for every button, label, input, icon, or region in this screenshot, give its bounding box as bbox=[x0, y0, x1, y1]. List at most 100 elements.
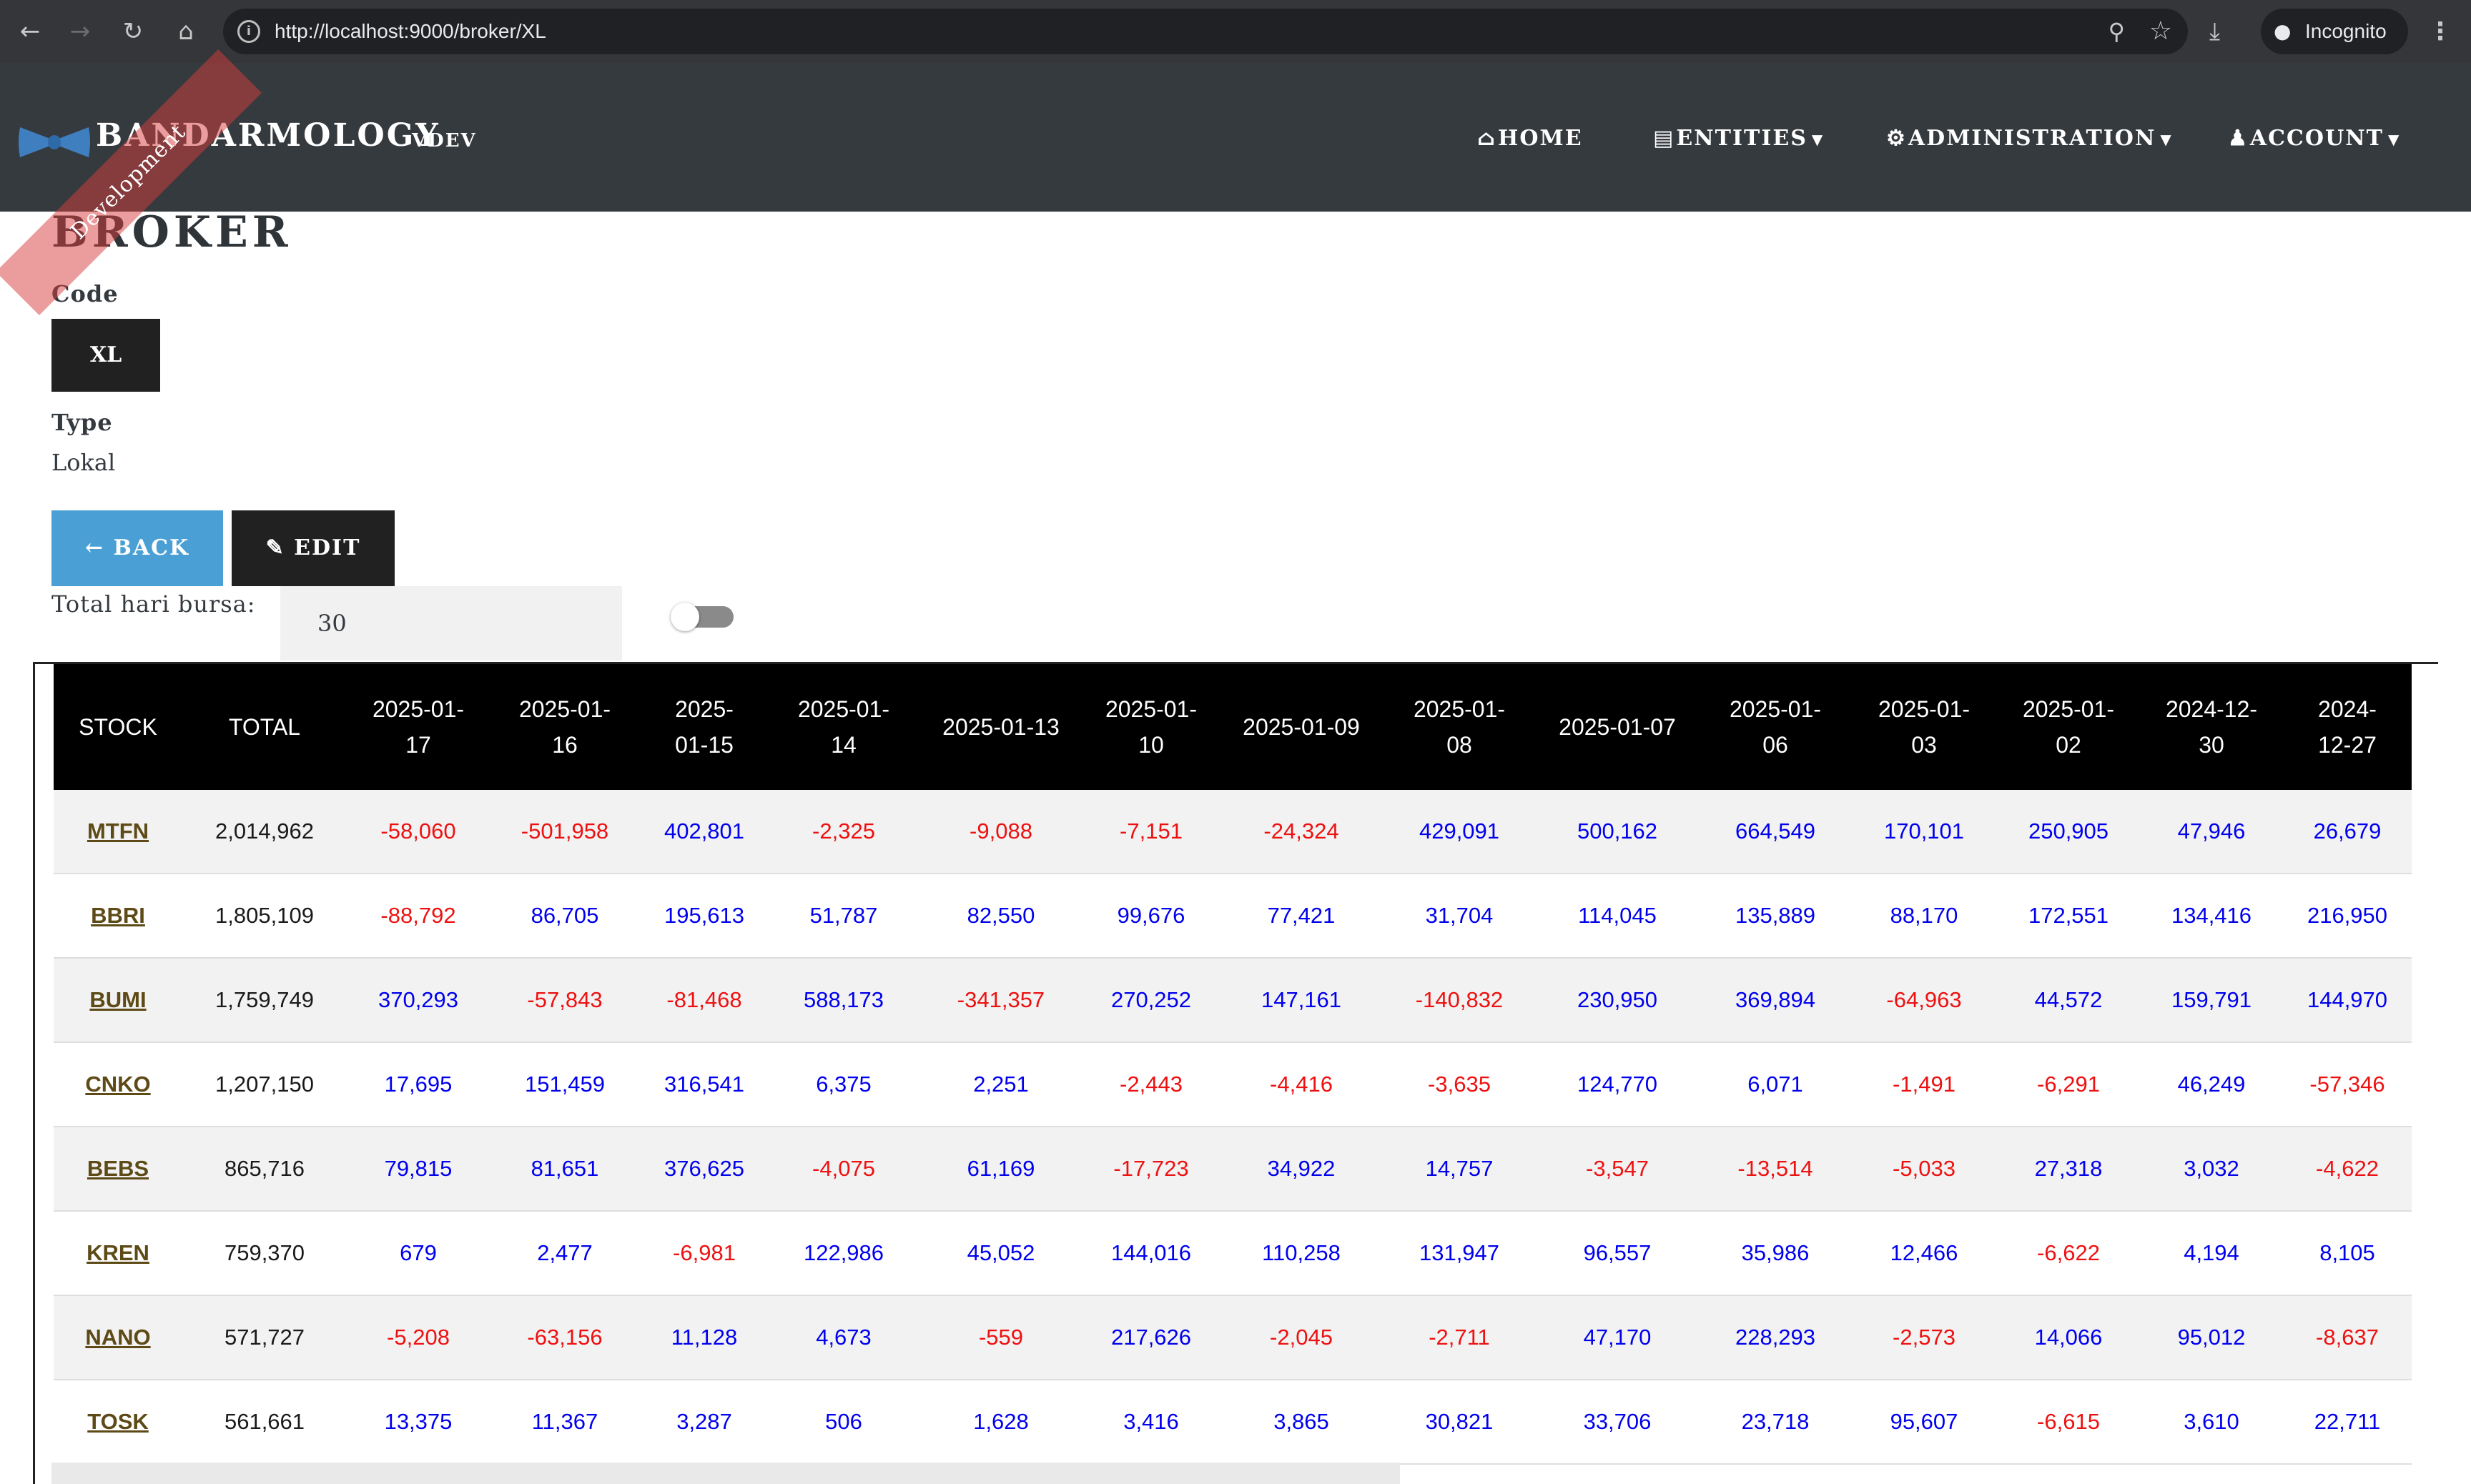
zoom-icon[interactable]: ⚲ bbox=[2109, 19, 2125, 44]
broker-table-container: STOCK TOTAL 2025-01-17 2025-01-16 2025-01-15… bbox=[33, 662, 2438, 1484]
value-cell: -6,291 bbox=[1997, 1042, 2140, 1127]
edit-button[interactable]: ✎ EDIT bbox=[232, 510, 395, 586]
value-cell: 44,572 bbox=[1997, 958, 2140, 1043]
url-text[interactable]: http://localhost:9000/broker/XL bbox=[275, 9, 546, 54]
value-cell: 95,012 bbox=[2140, 1295, 2283, 1380]
stock-link[interactable]: KREN bbox=[54, 1211, 182, 1296]
browser-toolbar: ← → ↻ ⌂ i http://localhost:9000/broker/X… bbox=[0, 0, 2471, 63]
total-hari-input[interactable] bbox=[280, 586, 622, 661]
value-cell: -64,963 bbox=[1851, 958, 1997, 1043]
column-header: 2025-01-16 bbox=[490, 664, 640, 790]
incognito-indicator[interactable]: ● Incognito bbox=[2261, 9, 2408, 54]
stock-link[interactable]: BBRI bbox=[54, 874, 182, 959]
value-cell: 402,801 bbox=[640, 790, 769, 874]
pencil-icon: ✎ bbox=[265, 535, 285, 560]
back-button[interactable]: ← BACK bbox=[51, 510, 223, 586]
version-label: VDEV bbox=[412, 130, 477, 152]
forward-arrow-icon[interactable]: → bbox=[64, 16, 96, 47]
user-icon: ♟ bbox=[2228, 126, 2249, 151]
value-cell: -8,637 bbox=[2283, 1295, 2412, 1380]
value-cell: -57,843 bbox=[490, 958, 640, 1043]
value-cell: 228,293 bbox=[1700, 1295, 1851, 1380]
bookmark-star-icon[interactable]: ☆ bbox=[2149, 17, 2172, 46]
value-cell: 151,459 bbox=[490, 1042, 640, 1127]
site-info-icon[interactable]: i bbox=[237, 20, 260, 43]
home-icon[interactable]: ⌂ bbox=[170, 16, 202, 47]
value-cell: 230,950 bbox=[1535, 958, 1700, 1043]
back-arrow-icon[interactable]: ← bbox=[14, 16, 46, 47]
value-cell: 11,367 bbox=[490, 1380, 640, 1465]
value-cell: 2,251 bbox=[919, 1042, 1083, 1127]
total-cell: 1,805,109 bbox=[182, 874, 347, 959]
nav-account[interactable]: ♟ACCOUNT ▼ bbox=[2228, 124, 2400, 154]
nav-entities[interactable]: ▤ENTITIES ▼ bbox=[1653, 124, 1824, 154]
stock-link[interactable]: TOSK bbox=[54, 1380, 182, 1465]
list-icon: ▤ bbox=[1653, 126, 1675, 151]
column-header: 2025-01-14 bbox=[769, 664, 919, 790]
stock-link[interactable]: MTFN bbox=[54, 790, 182, 874]
value-cell: -13,514 bbox=[1700, 1127, 1851, 1212]
toggle-switch[interactable] bbox=[671, 603, 734, 631]
total-cell: 1,207,150 bbox=[182, 1042, 347, 1127]
broker-stock-table: STOCK TOTAL 2025-01-17 2025-01-16 2025-01-15… bbox=[54, 664, 2412, 1465]
value-cell: 144,016 bbox=[1083, 1211, 1219, 1296]
value-cell: 11,128 bbox=[640, 1295, 769, 1380]
value-cell: 3,610 bbox=[2140, 1380, 2283, 1465]
value-cell: 500,162 bbox=[1535, 790, 1700, 874]
address-bar[interactable]: i http://localhost:9000/broker/XL ⚲ ☆ bbox=[223, 9, 2188, 54]
value-cell: 6,375 bbox=[769, 1042, 919, 1127]
value-cell: 17,695 bbox=[347, 1042, 490, 1127]
stock-link[interactable]: BUMI bbox=[54, 958, 182, 1043]
value-cell: 270,252 bbox=[1083, 958, 1219, 1043]
value-cell: 429,091 bbox=[1384, 790, 1535, 874]
table-row: CNKO 1,207,150 17,695 151,459 316,541 6,375 2,… bbox=[54, 1042, 2412, 1127]
value-cell: -6,622 bbox=[1997, 1211, 2140, 1296]
nav-entities-label: ENTITIES bbox=[1676, 126, 1807, 151]
value-cell: -6,981 bbox=[640, 1211, 769, 1296]
table-row: KREN 759,370 679 2,477 -6,981 122,986 45,052 14… bbox=[54, 1211, 2412, 1296]
value-cell: 134,416 bbox=[2140, 874, 2283, 959]
value-cell: 3,865 bbox=[1219, 1380, 1384, 1465]
total-cell: 865,716 bbox=[182, 1127, 347, 1212]
nav-home[interactable]: ⌂HOME bbox=[1477, 124, 1583, 153]
code-badge: XL bbox=[51, 319, 160, 392]
incognito-icon: ● bbox=[2274, 19, 2292, 43]
value-cell: 3,416 bbox=[1083, 1380, 1219, 1465]
value-cell: 45,052 bbox=[919, 1211, 1083, 1296]
value-cell: 114,045 bbox=[1535, 874, 1700, 959]
horizontal-scrollbar[interactable] bbox=[51, 1463, 1400, 1484]
value-cell: 159,791 bbox=[2140, 958, 2283, 1043]
stock-link[interactable]: BEBS bbox=[54, 1127, 182, 1212]
column-header: 2025-01-02 bbox=[1997, 664, 2140, 790]
value-cell: 147,161 bbox=[1219, 958, 1384, 1043]
value-cell: -2,711 bbox=[1384, 1295, 1535, 1380]
incognito-label: Incognito bbox=[2305, 20, 2387, 42]
bowtie-logo-icon bbox=[19, 127, 90, 157]
total-cell: 2,014,962 bbox=[182, 790, 347, 874]
value-cell: 1,628 bbox=[919, 1380, 1083, 1465]
type-label: Type bbox=[51, 409, 113, 436]
value-cell: 122,986 bbox=[769, 1211, 919, 1296]
value-cell: -7,151 bbox=[1083, 790, 1219, 874]
value-cell: 26,679 bbox=[2283, 790, 2412, 874]
value-cell: -24,324 bbox=[1219, 790, 1384, 874]
value-cell: 2,477 bbox=[490, 1211, 640, 1296]
column-header: 2024-12-27 bbox=[2283, 664, 2412, 790]
value-cell: 588,173 bbox=[769, 958, 919, 1043]
value-cell: 14,757 bbox=[1384, 1127, 1535, 1212]
value-cell: 14,066 bbox=[1997, 1295, 2140, 1380]
column-header: 2025-01-10 bbox=[1083, 664, 1219, 790]
reload-icon[interactable]: ↻ bbox=[117, 16, 149, 47]
toggle-knob[interactable] bbox=[671, 603, 699, 631]
browser-menu-icon[interactable]: ⋮ bbox=[2428, 16, 2452, 47]
download-icon[interactable]: ⤓ bbox=[2209, 16, 2220, 47]
value-cell: 170,101 bbox=[1851, 790, 1997, 874]
value-cell: 679 bbox=[347, 1211, 490, 1296]
value-cell: 34,922 bbox=[1219, 1127, 1384, 1212]
nav-administration[interactable]: ⚙ADMINISTRATION ▼ bbox=[1886, 124, 2173, 154]
column-header: 2025-01-15 bbox=[640, 664, 769, 790]
stock-link[interactable]: NANO bbox=[54, 1295, 182, 1380]
total-hari-label: Total hari bursa: bbox=[51, 590, 256, 618]
stock-link[interactable]: CNKO bbox=[54, 1042, 182, 1127]
value-cell: -3,635 bbox=[1384, 1042, 1535, 1127]
